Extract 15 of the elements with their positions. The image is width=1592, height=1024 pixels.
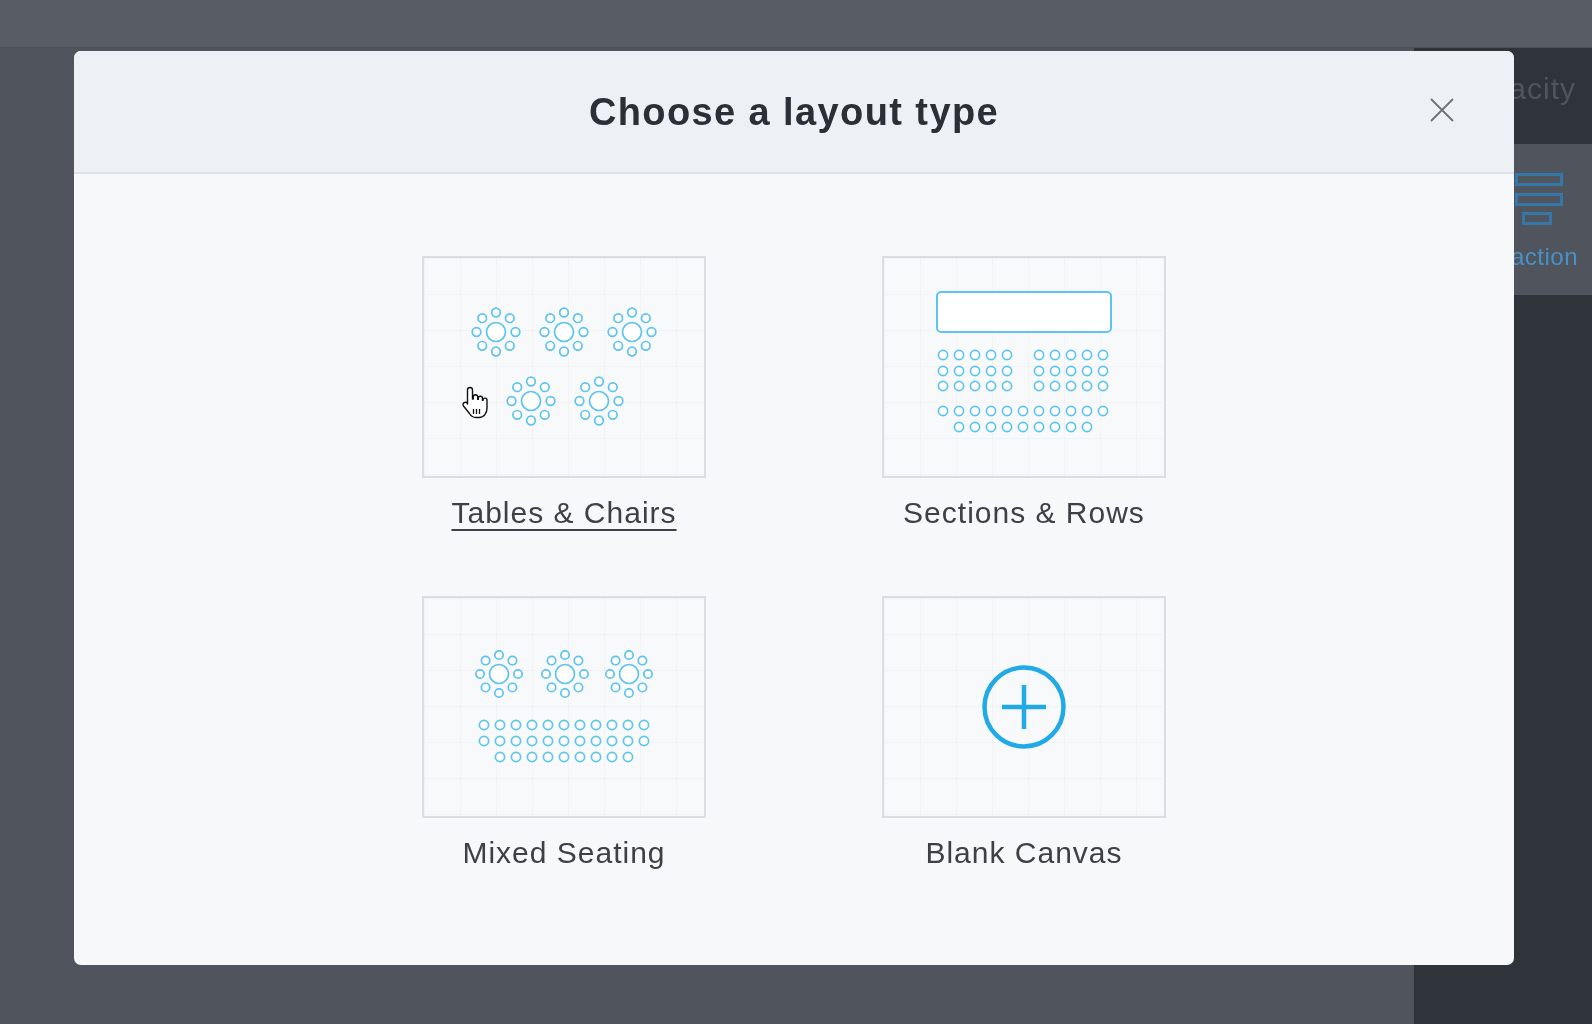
hand-cursor-icon <box>462 386 488 419</box>
tool-label: action <box>1510 243 1578 271</box>
close-button[interactable] <box>1430 98 1454 122</box>
layout-option-link[interactable]: Mixed Seating <box>462 836 666 870</box>
plus-circle-icon <box>982 665 1066 749</box>
layout-tile[interactable] <box>882 256 1166 478</box>
dialog-title: Choose a layout type <box>588 89 1000 135</box>
close-icon <box>1430 98 1454 122</box>
layout-tile[interactable] <box>422 256 706 478</box>
layout-option-link[interactable]: Sections & Rows <box>903 496 1145 530</box>
layout-option-link[interactable]: Blank Canvas <box>925 836 1123 870</box>
layout-tile[interactable] <box>422 596 706 818</box>
layout-option-link[interactable]: Tables & Chairs <box>451 496 677 530</box>
layout-tile[interactable] <box>882 596 1166 818</box>
stacked-bars-icon <box>1515 173 1563 225</box>
